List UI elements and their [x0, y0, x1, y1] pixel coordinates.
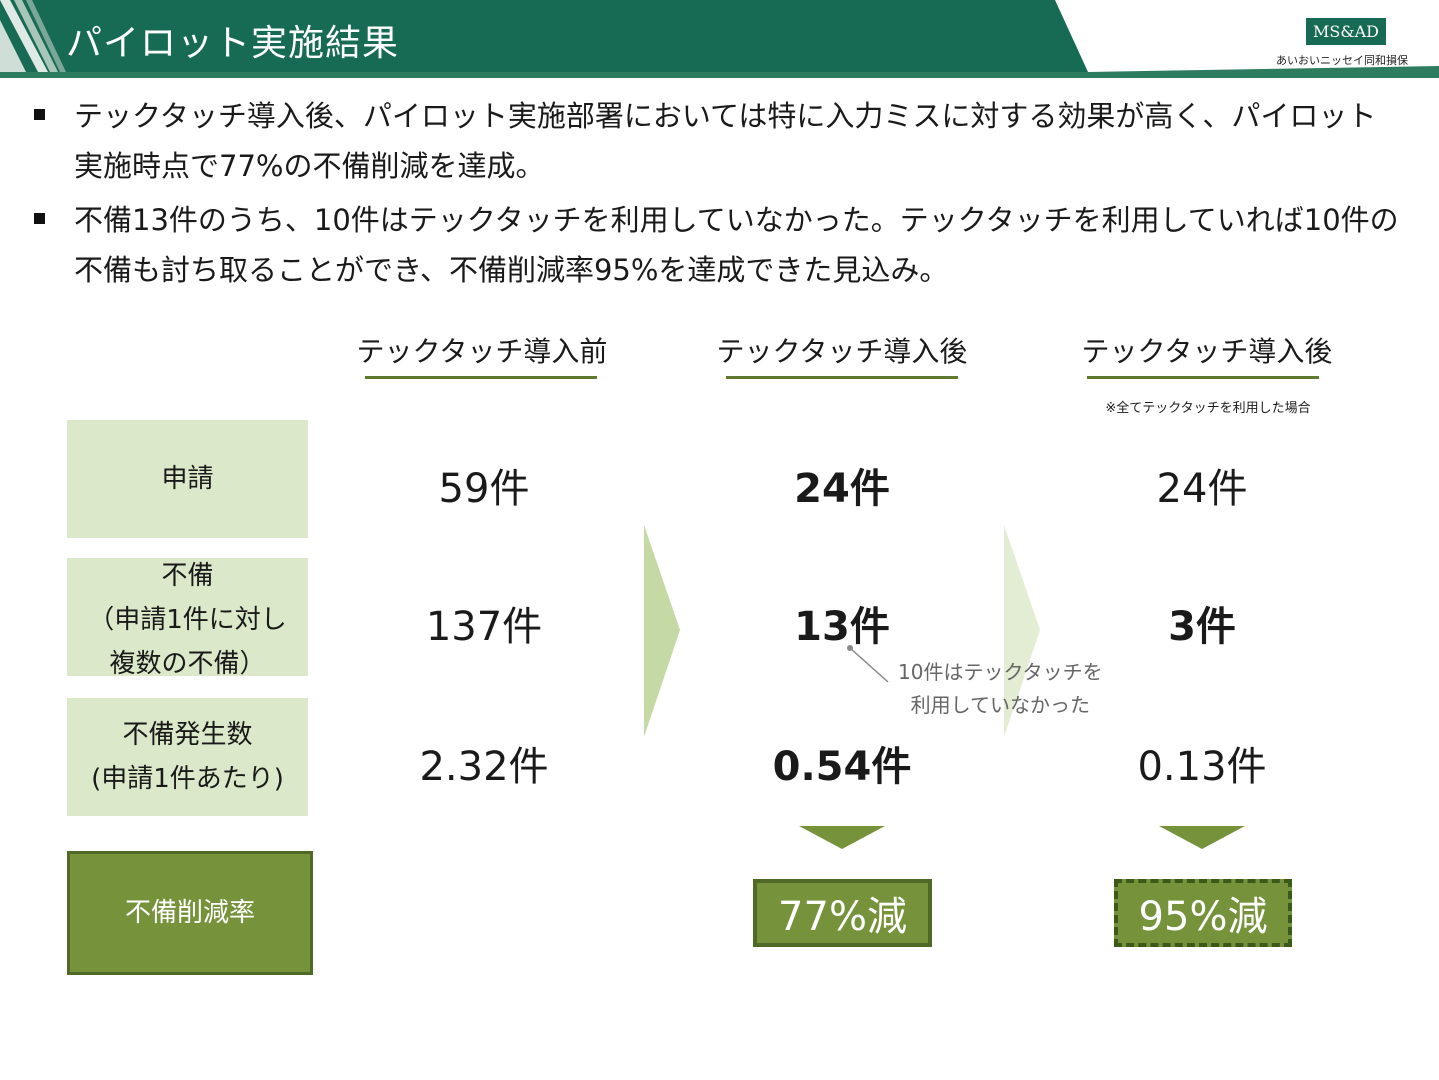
bullet-text: 不備13件のうち、10件はテックタッチを利用していなかった。テックタッチを利用し…	[74, 203, 1399, 287]
value-before-applications: 59件	[438, 466, 530, 512]
row-label-text: 不備発生数 (申請1件あたり)	[91, 720, 284, 794]
callout-leader-line	[847, 645, 889, 683]
column-header-before: テックタッチ導入前	[356, 335, 608, 368]
bullet-square-icon	[34, 109, 45, 120]
column-underline	[726, 376, 958, 379]
bullet-square-icon	[34, 213, 45, 224]
value-before-rate: 2.32件	[419, 744, 549, 790]
reduction-badge-95: 95%減	[1114, 879, 1292, 947]
bullet-text: テックタッチ導入後、パイロット実施部署においては特に入力ミスに対する効果が高く、…	[74, 99, 1377, 183]
down-arrow-icon	[799, 826, 885, 849]
row-label-reduction-rate: 不備削減率	[67, 851, 313, 975]
column-header-after-full: テックタッチ導入後	[1081, 335, 1333, 368]
reduction-badge-77: 77%減	[753, 879, 932, 947]
callout-note: 10件はテックタッチを 利用していなかった	[898, 656, 1103, 722]
column-underline	[365, 376, 597, 379]
reduction-value: 95%減	[1138, 894, 1268, 940]
bullet-item-1: テックタッチ導入後、パイロット実施部署においては特に入力ミスに対する効果が高く、…	[30, 91, 1420, 191]
down-arrow-icon	[1159, 826, 1245, 849]
brand-logo: MS&AD	[1306, 18, 1386, 45]
brand-subtitle: あいおいニッセイ同和損保	[1276, 54, 1408, 67]
column-note: ※全てテックタッチを利用した場合	[1105, 401, 1311, 416]
value-after-applications: 24件	[794, 466, 890, 512]
row-label-text: 申請	[161, 464, 214, 494]
value-after-rate: 0.54件	[772, 744, 912, 790]
value-full-applications: 24件	[1156, 466, 1248, 512]
row-label-deficiencies: 不備 （申請1件に対し 複数の不備）	[67, 558, 308, 679]
value-full-deficiencies: 3件	[1168, 604, 1236, 650]
row-label-rate-per-application: 不備発生数 (申請1件あたり)	[67, 698, 308, 816]
row-label-text: 不備削減率	[124, 898, 255, 928]
value-before-deficiencies: 137件	[425, 604, 543, 650]
callout-line-2: 利用していなかった	[910, 693, 1091, 717]
right-arrow-icon	[644, 525, 680, 737]
row-label-applications: 申請	[67, 420, 308, 538]
page-title: パイロット実施結果	[66, 23, 400, 64]
value-full-rate: 0.13件	[1137, 744, 1267, 790]
row-label-text: 不備 （申請1件に対し 複数の不備）	[88, 561, 287, 679]
callout-line-1: 10件はテックタッチを	[898, 660, 1103, 684]
column-underline	[1087, 376, 1319, 379]
bullet-item-2: 不備13件のうち、10件はテックタッチを利用していなかった。テックタッチを利用し…	[30, 195, 1420, 295]
reduction-value: 77%減	[778, 894, 907, 940]
column-header-after: テックタッチ導入後	[716, 335, 968, 368]
